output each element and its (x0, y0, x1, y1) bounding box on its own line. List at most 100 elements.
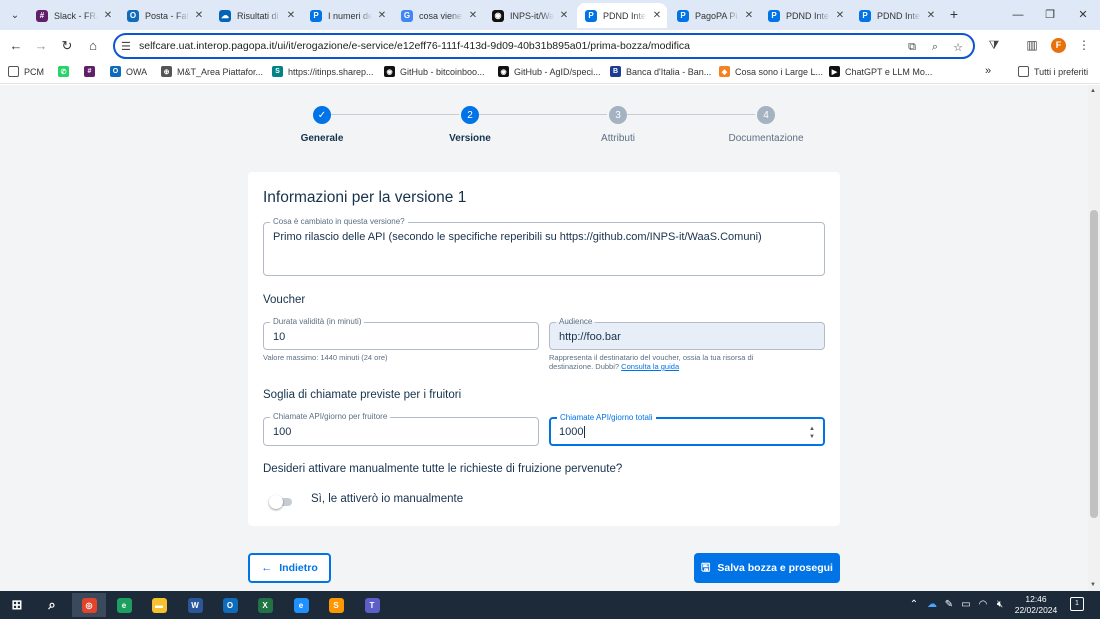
close-tab-icon[interactable]: ✕ (651, 10, 663, 21)
version-description-label: Cosa è cambiato in questa versione? (270, 217, 408, 226)
taskbar-app[interactable]: ⊞ (0, 593, 34, 617)
version-description-field[interactable]: Cosa è cambiato in questa versione? Prim… (263, 217, 825, 276)
bookmark-item[interactable]: ✆ (58, 66, 74, 77)
browser-tab[interactable]: P PagoPA Pi ✕ (669, 3, 759, 28)
browser-tab[interactable]: P I numeri de ✕ (302, 3, 392, 28)
close-tab-icon[interactable]: ✕ (193, 10, 205, 21)
bookmark-item[interactable]: Shttps://itinps.sharep... (272, 66, 374, 77)
page-scrollbar[interactable]: ▲ ▼ (1088, 85, 1100, 591)
scroll-thumb[interactable] (1090, 210, 1098, 518)
close-tab-icon[interactable]: ✕ (467, 10, 479, 21)
voucher-duration-value[interactable]: 10 (273, 331, 285, 343)
home-icon[interactable]: ⌂ (85, 38, 101, 54)
close-tab-icon[interactable]: ✕ (285, 10, 297, 21)
site-info-icon[interactable]: ☰ (121, 40, 131, 53)
number-stepper-icon[interactable]: ▲ ▼ (809, 425, 815, 441)
calls-total-field[interactable]: Chiamate API/giorno totali 1000 ▲ ▼ (549, 413, 825, 446)
taskbar-app[interactable]: e (107, 593, 141, 617)
more-bookmarks-icon[interactable]: » (985, 65, 991, 77)
volume-mute-icon[interactable]: 🔇︎ (993, 599, 1007, 610)
browser-tab[interactable]: ◉ INPS-it/Wa ✕ (484, 3, 574, 28)
close-window-icon[interactable]: ✕ (1075, 7, 1091, 23)
install-app-icon[interactable]: ⧉ (905, 41, 919, 54)
taskbar-app[interactable]: e (284, 593, 318, 617)
taskbar-app[interactable]: S (319, 593, 353, 617)
browser-tab[interactable]: P PDND Inte ✕ (760, 3, 850, 28)
browser-tab[interactable]: # Slack - FRA ✕ (28, 3, 118, 28)
system-clock[interactable]: 12:46 22/02/2024 (1010, 594, 1062, 616)
bookmark-item[interactable]: ◆ Cosa sono i Large L... (719, 66, 823, 77)
close-tab-icon[interactable]: ✕ (102, 10, 114, 21)
wifi-icon[interactable]: ◠ (976, 599, 990, 610)
notification-center-icon[interactable]: 1 (1070, 597, 1084, 611)
show-hidden-icons-icon[interactable]: ⌃ (907, 599, 921, 610)
tab-title: Slack - FRA (54, 10, 98, 21)
close-tab-icon[interactable]: ✕ (834, 10, 846, 21)
bookmark-star-icon[interactable]: ☆ (951, 41, 965, 54)
pen-tray-icon[interactable]: ✎ (942, 599, 956, 610)
step-label: Generale (300, 133, 344, 144)
calls-per-consumer-field[interactable]: Chiamate API/giorno per fruitore 100 (263, 412, 539, 446)
new-tab-button[interactable]: + (946, 6, 962, 22)
calls-per-consumer-value[interactable]: 100 (273, 426, 291, 438)
all-bookmarks-folder[interactable]: Tutti i preferiti (1018, 66, 1088, 77)
onedrive-tray-icon[interactable]: ☁ (925, 599, 939, 610)
bookmark-item[interactable]: ◉ GitHub - AgID/speci... (498, 66, 601, 77)
teams-icon: T (364, 597, 380, 613)
tab-title: PagoPA Pi (695, 10, 738, 21)
bookmark-item[interactable]: PCM (8, 66, 44, 77)
browser-tab[interactable]: ☁ Risultati di ✕ (211, 3, 301, 28)
manual-activation-toggle[interactable] (269, 495, 294, 509)
battery-icon[interactable]: ▭ (959, 599, 973, 610)
bookmark-item[interactable]: ▶ ChatGPT e LLM Mo... (829, 66, 932, 77)
taskbar-app[interactable]: ▬ (142, 593, 176, 617)
extensions-icon[interactable]: ⧩ (986, 38, 1002, 53)
forward-arrow-icon[interactable]: → (33, 38, 49, 54)
taskbar-app[interactable]: X (248, 593, 282, 617)
bookmark-item[interactable]: # (84, 66, 100, 77)
close-tab-icon[interactable]: ✕ (925, 10, 937, 21)
browser-tab[interactable]: O Posta - Fab ✕ (119, 3, 209, 28)
arrow-left-icon: ← (261, 562, 273, 574)
taskbar-app[interactable]: ⌕ (35, 593, 69, 617)
zoom-icon[interactable]: ⌕ (928, 41, 942, 54)
scroll-up-icon[interactable]: ▲ (1090, 88, 1096, 94)
tab-search-chevron-icon[interactable]: ⌄ (6, 6, 24, 24)
back-arrow-icon[interactable]: ← (8, 38, 24, 54)
minimize-icon[interactable]: — (1010, 7, 1026, 23)
reload-icon[interactable]: ↻ (59, 38, 75, 54)
tab-title: Risultati di (237, 10, 279, 21)
bookmark-item[interactable]: ⊕ M&T_Area Piattafor... (161, 66, 263, 77)
taskbar-app[interactable]: O (213, 593, 247, 617)
bookmark-item[interactable]: B Banca d'Italia - Ban... (610, 66, 711, 77)
close-tab-icon[interactable]: ✕ (558, 10, 570, 21)
scroll-down-icon[interactable]: ▼ (1090, 582, 1096, 588)
close-tab-icon[interactable]: ✕ (376, 10, 388, 21)
restore-icon[interactable]: ❐ (1042, 7, 1058, 23)
address-bar[interactable]: ☰ selfcare.uat.interop.pagopa.it/ui/it/e… (113, 33, 975, 59)
browser-tab[interactable]: P PDND Inte ✕ (851, 3, 941, 28)
calls-per-consumer-label: Chiamate API/giorno per fruitore (270, 412, 391, 421)
calls-total-label: Chiamate API/giorno totali (557, 413, 656, 422)
taskbar-app[interactable]: T (355, 593, 389, 617)
browser-tab[interactable]: Gcosa viene ✕ (393, 3, 483, 28)
save-draft-button[interactable]: 🖫 Salva bozza e prosegui (694, 553, 840, 583)
browser-tab[interactable]: P PDND Inte ✕ (577, 3, 667, 28)
profile-avatar[interactable]: F (1051, 38, 1066, 53)
bookmark-item[interactable]: ◉ GitHub - bitcoinboo... (384, 66, 485, 77)
version-description-value[interactable]: Primo rilascio delle API (secondo le spe… (273, 231, 762, 243)
url-text[interactable]: selfcare.uat.interop.pagopa.it/ui/it/ero… (139, 40, 690, 52)
side-panel-icon[interactable]: ▥ (1024, 38, 1040, 52)
windows-start-icon: ⊞ (11, 597, 23, 612)
guide-link[interactable]: Consulta la guida (621, 362, 679, 371)
browser-menu-icon[interactable]: ⋮ (1076, 38, 1092, 52)
calls-total-value[interactable]: 1000 (559, 426, 586, 438)
check-icon: ✓ (313, 106, 331, 124)
voucher-duration-field[interactable]: Durata validità (in minuti) 10 (263, 317, 539, 350)
bookmark-item[interactable]: O OWA (110, 66, 147, 77)
taskbar-app[interactable]: W (178, 593, 212, 617)
manual-activation-question: Desideri attivare manualmente tutte le r… (263, 463, 623, 475)
back-button[interactable]: ← Indietro (248, 553, 331, 583)
taskbar-app[interactable]: ◎ (72, 593, 106, 617)
close-tab-icon[interactable]: ✕ (743, 10, 755, 21)
